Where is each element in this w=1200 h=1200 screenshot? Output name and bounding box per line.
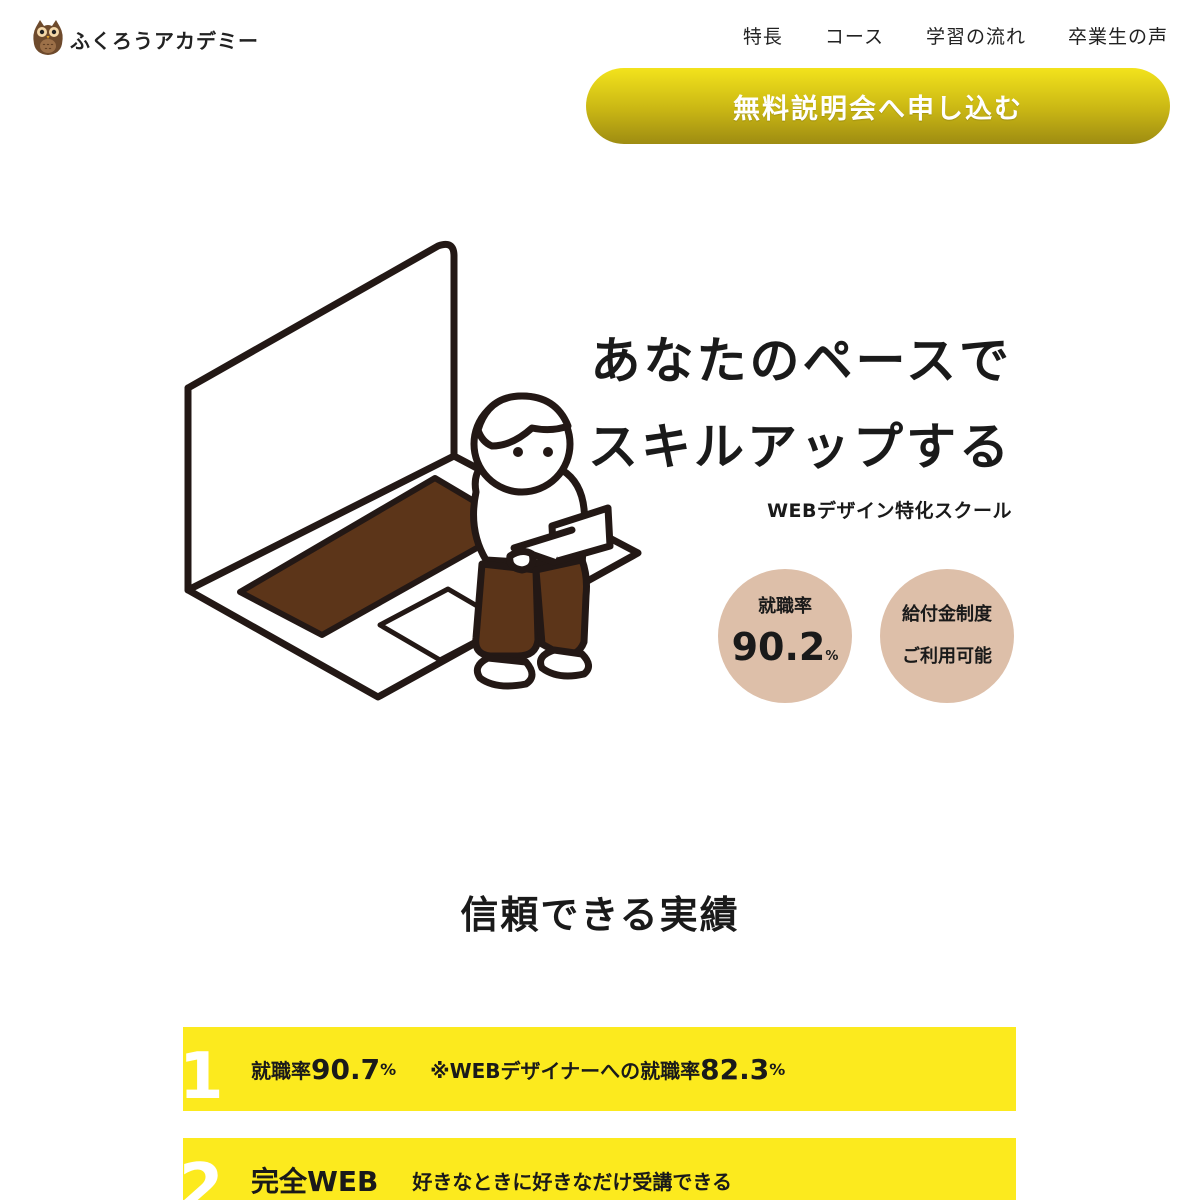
grant-line1: 給付金制度 <box>902 604 992 625</box>
hero-illustration <box>170 230 650 714</box>
achievement-title: 完全WEB <box>251 1165 379 1198</box>
achievement-body: 完全WEB 好きなときに好きなだけ受講できる <box>251 1138 732 1200</box>
hero-catchcopy: あなたのペースで スキルアップする WEBデザイン特化スクール <box>588 318 1012 523</box>
nav-item-voices[interactable]: 卒業生の声 <box>1068 22 1168 49</box>
achievement-desc: 好きなときに好きなだけ受講できる <box>412 1169 732 1194</box>
hero-subheadline: WEBデザイン特化スクール <box>767 500 1012 522</box>
employment-rate-value: 90.2 <box>731 625 826 669</box>
achievement-item-2: 2 完全WEB 好きなときに好きなだけ受講できる <box>183 1138 1016 1200</box>
achievement-number: 2 <box>183 1151 224 1200</box>
main-nav: 特長 コース 学習の流れ 卒業生の声 <box>743 22 1168 49</box>
achievement-rate-value: 90.7 <box>311 1052 381 1086</box>
designer-rate-label: ※WEBデザイナーへの就職率 <box>430 1058 701 1083</box>
grant-line2: ご利用可能 <box>902 646 992 667</box>
hero-headline-line1: あなたのペースで <box>590 332 1012 390</box>
logo-text: ふくろうアカデミー <box>70 28 259 53</box>
hero-headline-line2: スキルアップする <box>588 418 1012 476</box>
employment-rate-unit: % <box>825 649 839 664</box>
achievement-rate-unit: % <box>380 1059 397 1079</box>
employment-rate-value-wrap: 90.2% <box>732 624 839 680</box>
nav-item-courses[interactable]: コース <box>825 22 884 49</box>
achievements-title: 信頼できる実績 <box>460 893 740 937</box>
achievement-rate-label: 就職率 <box>251 1058 311 1083</box>
site-header: ふくろうアカデミー 特長 コース 学習の流れ 卒業生の声 無料説明会へ申し込む <box>0 0 1200 160</box>
employment-rate-badge: 就職率 90.2% <box>718 569 852 703</box>
nav-item-flow[interactable]: 学習の流れ <box>926 22 1026 49</box>
nav-item-features[interactable]: 特長 <box>743 22 783 49</box>
designer-rate-unit: % <box>769 1059 786 1079</box>
owl-icon <box>30 18 66 60</box>
achievement-number: 1 <box>183 1040 224 1111</box>
achievement-body: 就職率 90.7% ※WEBデザイナーへの就職率 82.3% <box>251 1027 785 1111</box>
designer-rate-value: 82.3 <box>700 1052 770 1086</box>
logo[interactable]: ふくろうアカデミー <box>30 18 259 60</box>
apply-seminar-button[interactable]: 無料説明会へ申し込む <box>586 68 1170 144</box>
employment-rate-label: 就職率 <box>758 596 812 617</box>
grant-badge: 給付金制度 ご利用可能 <box>880 569 1014 703</box>
achievement-item-1: 1 就職率 90.7% ※WEBデザイナーへの就職率 82.3% <box>183 1027 1016 1111</box>
